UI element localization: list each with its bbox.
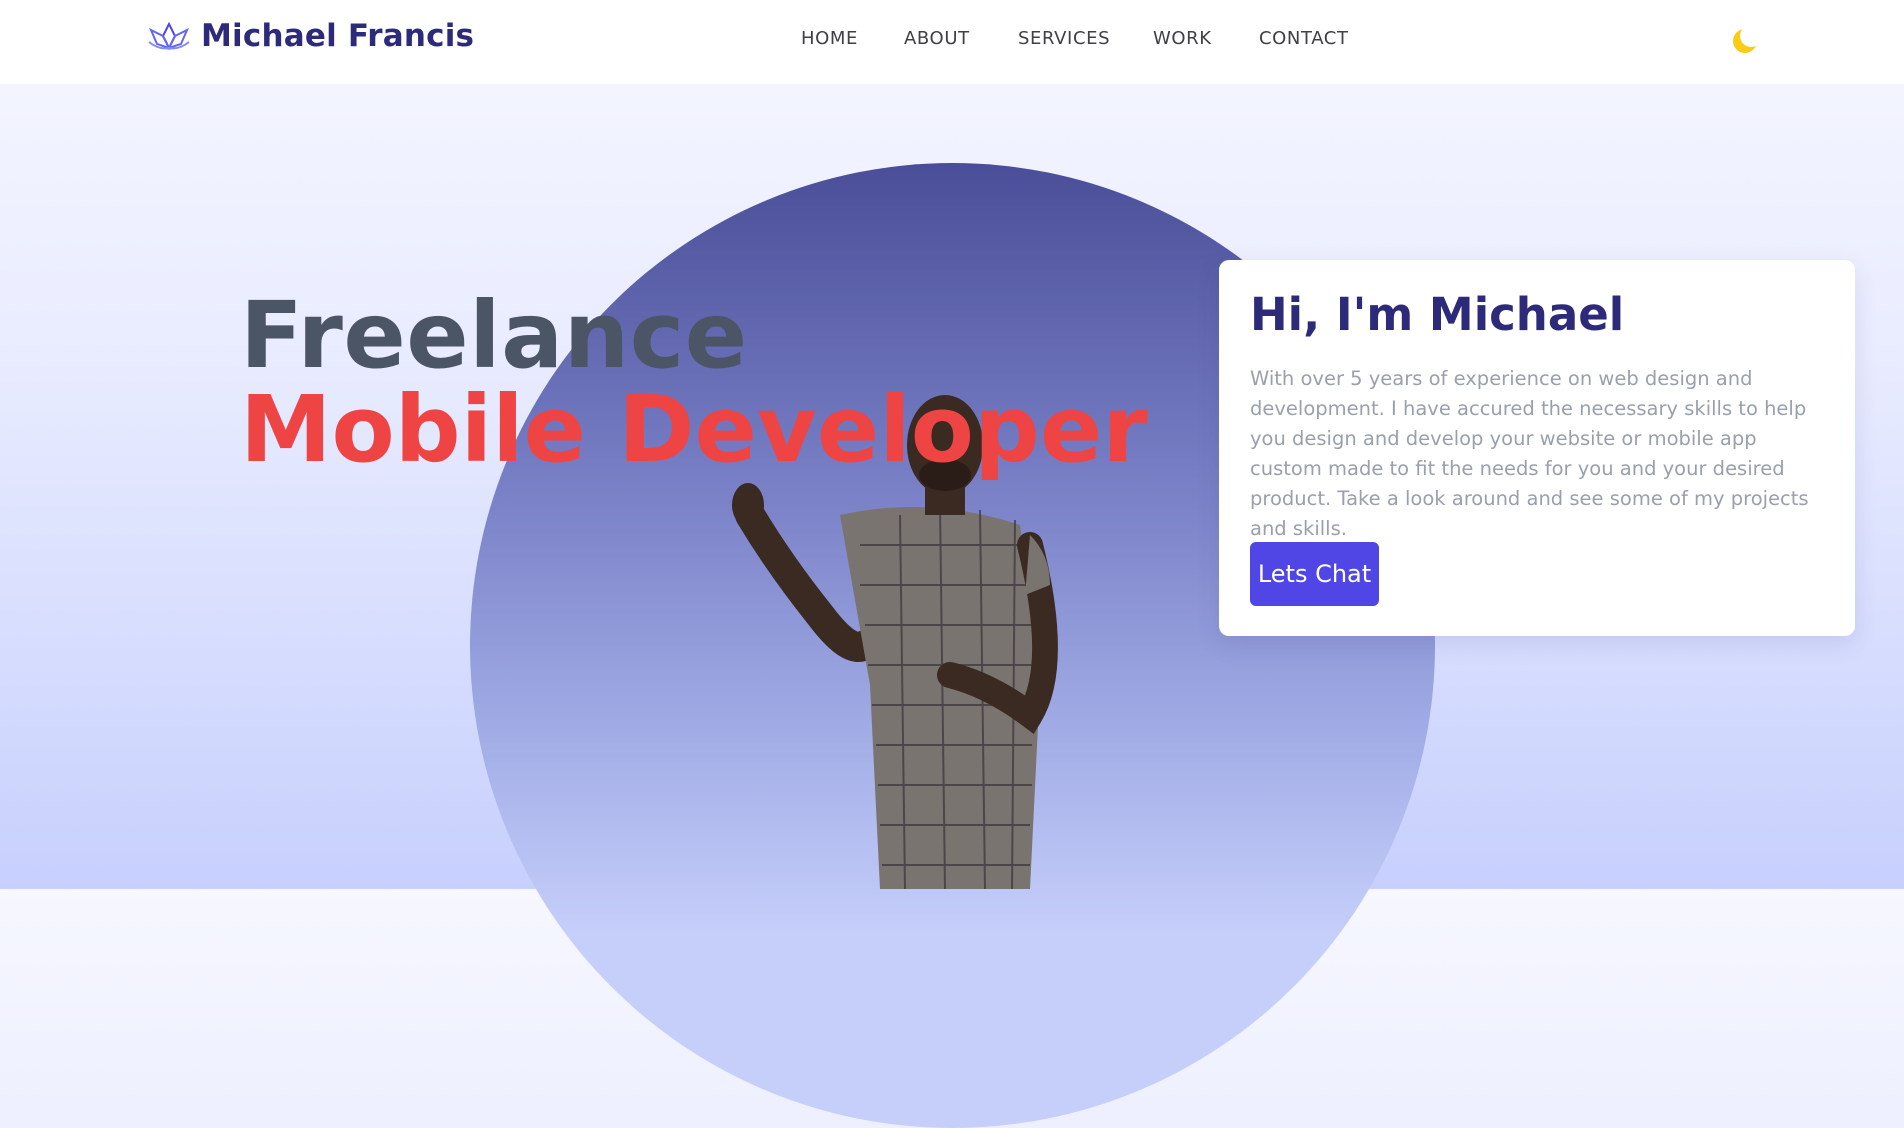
nav-services[interactable]: SERVICES	[1018, 28, 1110, 49]
lets-chat-button[interactable]: Lets Chat	[1250, 542, 1379, 606]
card-title: Hi, I'm Michael	[1250, 288, 1625, 341]
nav-work[interactable]: WORK	[1153, 28, 1212, 49]
theme-toggle-button[interactable]	[1728, 24, 1762, 58]
nav-home[interactable]: HOME	[801, 28, 858, 49]
headline-line-1: Freelance	[240, 282, 748, 389]
hero-headline: Freelance Mobile Developer	[240, 290, 1148, 476]
headline-line-2: Mobile Developer	[240, 376, 1148, 483]
intro-card: Hi, I'm Michael With over 5 years of exp…	[1219, 260, 1855, 636]
nav-contact[interactable]: CONTACT	[1259, 28, 1349, 49]
card-description: With over 5 years of experience on web d…	[1250, 367, 1809, 540]
lotus-logo-icon	[148, 21, 190, 51]
moon-icon	[1733, 25, 1762, 53]
nav-about[interactable]: ABOUT	[904, 28, 970, 49]
brand[interactable]: Michael Francis	[147, 18, 474, 54]
navbar: Michael Francis HOME ABOUT SERVICES WORK…	[0, 0, 1904, 84]
brand-name: Michael Francis	[201, 18, 475, 54]
